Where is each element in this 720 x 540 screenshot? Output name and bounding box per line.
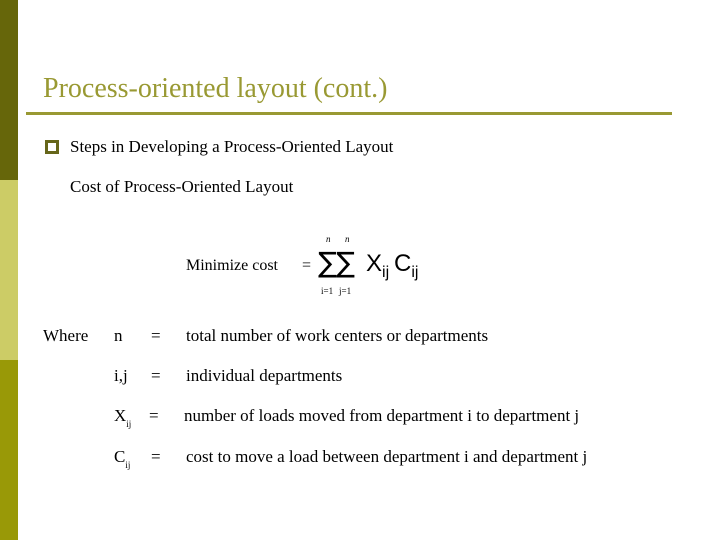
definition-row: Xij = number of loads moved from departm… xyxy=(0,405,720,429)
title-underline xyxy=(26,112,672,115)
definition-equals: = xyxy=(151,366,161,385)
definition-row: Cij = cost to move a load between depart… xyxy=(0,446,720,470)
formula-term-x: Xij xyxy=(366,250,390,281)
sum-lower-limit-j: j=1 xyxy=(339,286,352,296)
symbol-text: X xyxy=(114,406,127,425)
symbol-text: C xyxy=(114,447,126,466)
slide-title: Process-oriented layout (cont.) xyxy=(43,73,388,104)
definition-symbol: Xij xyxy=(114,405,132,429)
term-c-symbol: C xyxy=(394,250,412,277)
summation-icon: ∑ xyxy=(336,246,355,279)
symbol-text: i,j xyxy=(114,366,128,385)
definition-text: individual departments xyxy=(186,366,343,385)
definition-symbol: i,j xyxy=(114,365,128,387)
formula-label: Minimize cost xyxy=(186,257,278,274)
sum-upper-limit-i: n xyxy=(326,234,331,244)
symbol-subscript: ij xyxy=(126,419,132,429)
definition-equals: = xyxy=(151,447,161,466)
symbol-subscript: ij xyxy=(125,460,131,470)
symbol-text: n xyxy=(114,326,123,345)
definition-symbol: n xyxy=(114,325,123,347)
definition-symbol: Cij xyxy=(114,446,131,470)
formula-equals: = xyxy=(302,257,312,274)
definition-row: n = total number of work centers or depa… xyxy=(0,325,720,349)
definition-text: cost to move a load between department i… xyxy=(186,447,588,466)
summation-icon: ∑ xyxy=(318,246,337,279)
sum-lower-limit-i: i=1 xyxy=(321,286,334,296)
definition-row: i,j = individual departments xyxy=(0,365,720,389)
definition-equals: = xyxy=(151,326,161,345)
definition-equals: = xyxy=(149,406,159,425)
term-x-symbol: X xyxy=(366,250,383,277)
cost-formula: Minimize cost = n n ∑ ∑ i=1 j=1 Xij Cij xyxy=(186,230,446,300)
term-x-subscript: ij xyxy=(382,264,390,281)
sum-upper-limit-j: n xyxy=(345,234,350,244)
sidebar-segment-top xyxy=(0,0,18,180)
formula-term-c: Cij xyxy=(394,250,419,281)
subheading: Cost of Process-Oriented Layout xyxy=(70,177,294,196)
term-c-subscript: ij xyxy=(411,264,419,281)
bullet-text: Steps in Developing a Process-Oriented L… xyxy=(70,137,394,156)
definition-text: number of loads moved from department i … xyxy=(184,406,580,425)
hollow-square-bullet-icon xyxy=(45,140,59,154)
definition-text: total number of work centers or departme… xyxy=(186,326,489,345)
